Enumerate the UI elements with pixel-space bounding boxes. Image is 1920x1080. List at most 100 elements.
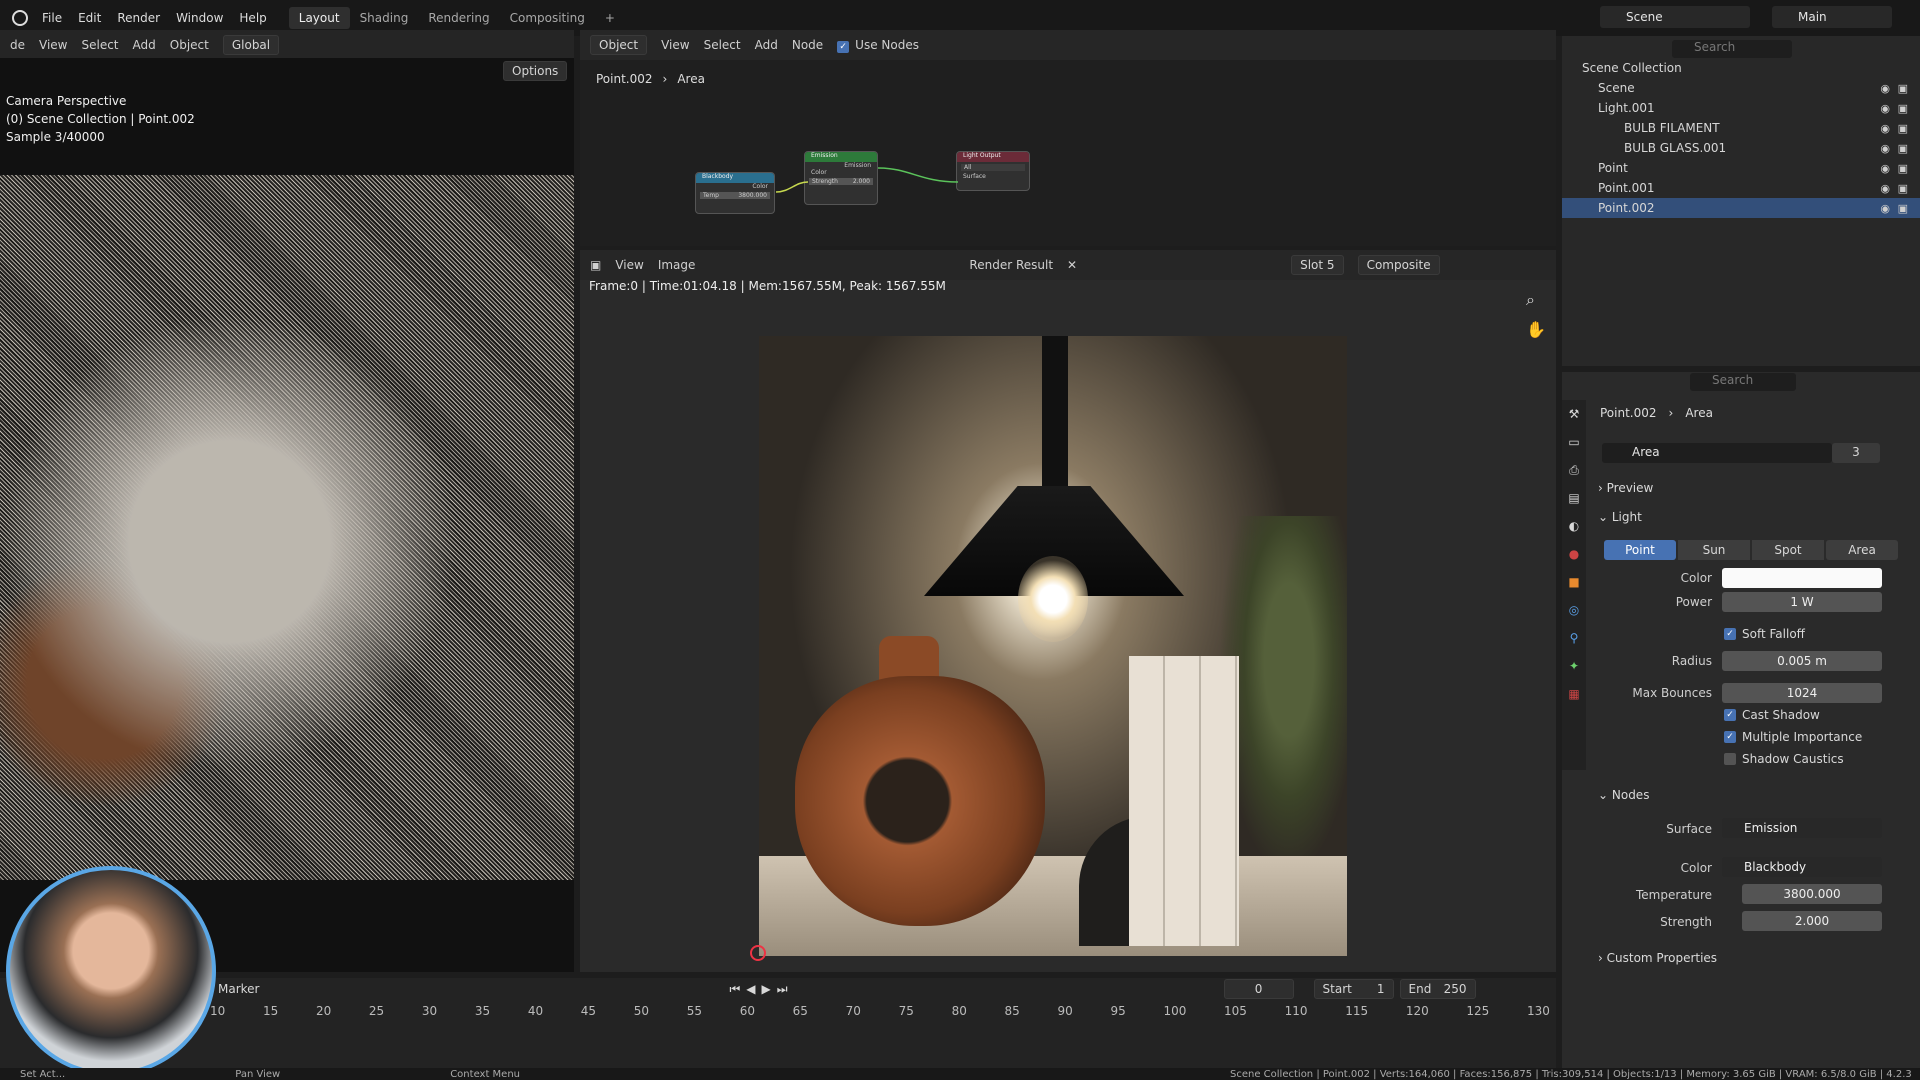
playback-controls[interactable]: ⏮◀▶⏭ <box>729 982 793 997</box>
radius-field[interactable]: 0.005 m <box>1722 651 1882 671</box>
nodes-panel-header[interactable]: ⌄ Nodes <box>1598 788 1649 802</box>
object-tab-icon[interactable]: ■ <box>1562 568 1586 596</box>
eye-icon[interactable]: ◉ <box>1880 122 1890 135</box>
world-tab-icon[interactable]: ● <box>1562 540 1586 568</box>
view-layer-tab-icon[interactable]: ▤ <box>1562 484 1586 512</box>
outliner-row-point002[interactable]: Point.002 ◉ ▣ <box>1562 198 1920 218</box>
outliner-search-input[interactable]: Search <box>1672 40 1792 58</box>
node-add-menu[interactable]: Add <box>755 38 778 52</box>
pan-hand-icon[interactable]: ✋ <box>1526 320 1546 339</box>
eye-icon[interactable]: ◉ <box>1880 182 1890 195</box>
data-tab-icon[interactable]: ✦ <box>1562 652 1586 680</box>
preview-panel-header[interactable]: › Preview <box>1598 481 1653 495</box>
multiple-importance-checkbox[interactable]: ✓ Multiple Importance <box>1724 730 1862 744</box>
blender-logo-icon[interactable] <box>12 10 28 26</box>
image-menu[interactable]: Image <box>658 258 696 272</box>
constraints-tab-icon[interactable]: ⚲ <box>1562 624 1586 652</box>
light-color-swatch[interactable] <box>1722 568 1882 588</box>
view-layer-selector[interactable]: Main <box>1772 6 1892 28</box>
camera-icon[interactable]: ▣ <box>1898 82 1908 95</box>
node-select-menu[interactable]: Select <box>704 38 741 52</box>
prop-breadcrumb-light[interactable]: Area <box>1685 406 1713 420</box>
render-tab-icon[interactable]: ▭ <box>1562 428 1586 456</box>
editor-type-icon[interactable]: ▣ <box>590 258 601 272</box>
pass-dropdown[interactable]: Composite <box>1357 255 1440 275</box>
eye-icon[interactable]: ◉ <box>1880 82 1890 95</box>
eye-icon[interactable]: ◉ <box>1880 142 1890 155</box>
eye-icon[interactable]: ◉ <box>1880 102 1890 115</box>
scene-tab-icon[interactable]: ◐ <box>1562 512 1586 540</box>
options-dropdown[interactable]: Options <box>503 61 568 81</box>
object-menu[interactable]: Object <box>170 38 209 52</box>
zoom-icon[interactable]: ⌕ <box>1526 290 1535 310</box>
node-view-menu[interactable]: View <box>661 38 689 52</box>
breadcrumb-light[interactable]: Area <box>677 72 705 86</box>
outliner-row-point001[interactable]: Point.001 ◉ ▣ <box>1562 178 1920 198</box>
strength-field[interactable]: 2.000 <box>1742 911 1882 931</box>
add-workspace-button[interactable]: + <box>595 7 625 29</box>
light-type-point[interactable]: Point <box>1604 540 1676 560</box>
menu-window[interactable]: Window <box>168 11 231 25</box>
outliner-row-scene-collection[interactable]: Scene Collection <box>1562 58 1920 78</box>
orientation-dropdown[interactable]: Global <box>222 35 280 55</box>
power-field[interactable]: 1 W <box>1722 592 1882 612</box>
prop-breadcrumb-object[interactable]: Point.002 <box>1600 406 1657 420</box>
start-frame-field[interactable]: Start 1 <box>1313 979 1394 999</box>
outliner-row-light001[interactable]: Light.001 ◉ ▣ <box>1562 98 1920 118</box>
select-menu[interactable]: Select <box>81 38 118 52</box>
menu-edit[interactable]: Edit <box>70 11 109 25</box>
image-view-menu[interactable]: View <box>615 258 643 272</box>
shadow-caustics-checkbox[interactable]: Shadow Caustics <box>1724 752 1844 766</box>
camera-icon[interactable]: ▣ <box>1898 142 1908 155</box>
outliner-row-point[interactable]: Point ◉ ▣ <box>1562 158 1920 178</box>
surface-shader-field[interactable]: Emission <box>1722 818 1882 838</box>
camera-icon[interactable]: ▣ <box>1898 102 1908 115</box>
custom-properties-header[interactable]: › Custom Properties <box>1598 951 1717 965</box>
physics-tab-icon[interactable]: ◎ <box>1562 596 1586 624</box>
outliner-row-bulb-filament[interactable]: BULB FILAMENT ◉ ▣ <box>1562 118 1920 138</box>
light-datablock-name[interactable]: Area <box>1602 443 1832 463</box>
outliner-row-scene[interactable]: Scene ◉ ▣ <box>1562 78 1920 98</box>
light-panel-header[interactable]: ⌄ Light <box>1598 510 1642 524</box>
scene-selector[interactable]: Scene <box>1600 6 1750 28</box>
camera-icon[interactable]: ▣ <box>1898 202 1908 215</box>
texture-tab-icon[interactable]: ▦ <box>1562 680 1586 708</box>
eye-icon[interactable]: ◉ <box>1880 202 1890 215</box>
cast-shadow-checkbox[interactable]: ✓ Cast Shadow <box>1724 708 1820 722</box>
camera-icon[interactable]: ▣ <box>1898 162 1908 175</box>
current-frame-field[interactable]: 0 <box>1223 979 1294 999</box>
soft-falloff-checkbox[interactable]: ✓ Soft Falloff <box>1724 627 1805 641</box>
output-tab-icon[interactable]: ⎙ <box>1562 456 1586 484</box>
tab-rendering[interactable]: Rendering <box>418 7 499 29</box>
light-type-spot[interactable]: Spot <box>1752 540 1824 560</box>
tab-layout[interactable]: Layout <box>288 7 350 29</box>
tab-shading[interactable]: Shading <box>350 7 419 29</box>
tab-compositing[interactable]: Compositing <box>500 7 595 29</box>
camera-icon[interactable]: ▣ <box>1898 182 1908 195</box>
object-type-dropdown[interactable]: Object <box>590 35 648 55</box>
outliner-row-bulb-glass[interactable]: BULB GLASS.001 ◉ ▣ <box>1562 138 1920 158</box>
breadcrumb-object[interactable]: Point.002 <box>596 72 653 86</box>
max-bounces-field[interactable]: 1024 <box>1722 683 1882 703</box>
color-input-field[interactable]: Blackbody <box>1722 857 1882 877</box>
properties-search-input[interactable]: Search <box>1690 373 1796 391</box>
camera-icon[interactable]: ▣ <box>1898 122 1908 135</box>
view-menu[interactable]: View <box>39 38 67 52</box>
eye-icon[interactable]: ◉ <box>1880 162 1890 175</box>
use-nodes-checkbox[interactable]: ✓ Use Nodes <box>837 38 919 53</box>
end-frame-field[interactable]: End 250 <box>1399 979 1476 999</box>
menu-help[interactable]: Help <box>231 11 274 25</box>
menu-file[interactable]: File <box>34 11 70 25</box>
light-type-area[interactable]: Area <box>1826 540 1898 560</box>
tool-tab-icon[interactable]: ⚒ <box>1562 400 1586 428</box>
close-icon[interactable]: ✕ <box>1067 258 1077 272</box>
slot-dropdown[interactable]: Slot 5 <box>1291 255 1344 275</box>
mode-dropdown[interactable]: de <box>10 38 25 52</box>
menu-render[interactable]: Render <box>109 11 168 25</box>
light-type-sun[interactable]: Sun <box>1678 540 1750 560</box>
marker-menu[interactable]: Marker <box>218 982 259 996</box>
temperature-field[interactable]: 3800.000 <box>1742 884 1882 904</box>
image-name-field[interactable]: Render Result <box>969 258 1053 272</box>
datablock-users-count[interactable]: 3 <box>1832 443 1880 463</box>
node-menu[interactable]: Node <box>792 38 823 52</box>
